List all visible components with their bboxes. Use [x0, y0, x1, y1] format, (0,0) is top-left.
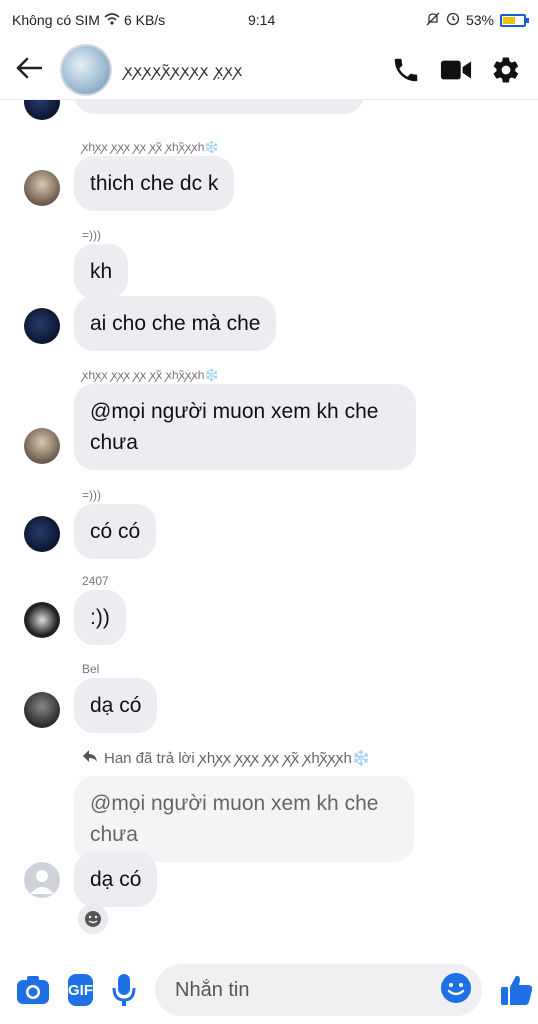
- reaction-smiley-icon[interactable]: [78, 904, 108, 934]
- gif-button[interactable]: GIF: [68, 974, 93, 1006]
- message-bubble[interactable]: :)): [74, 590, 126, 645]
- camera-icon[interactable]: [16, 972, 50, 1008]
- message-input[interactable]: [175, 978, 440, 1002]
- avatar[interactable]: [24, 602, 60, 638]
- message-bubble[interactable]: thich che dc k: [74, 156, 235, 211]
- avatar[interactable]: [24, 100, 60, 120]
- phone-icon[interactable]: [390, 54, 422, 86]
- carrier-text: Không có SIM: [12, 12, 100, 28]
- conversation-title[interactable]: ꭗꭗꭗꭗꭗ̃ꭗꭗꭗꭗ ꭗ̣ꭗꭗ: [124, 59, 390, 81]
- sender-name: 2407: [82, 574, 109, 588]
- avatar[interactable]: [24, 692, 60, 728]
- battery-icon: [500, 13, 529, 27]
- emoji-icon[interactable]: [440, 972, 472, 1009]
- reply-label: Han đã trả lời ꭗhꭗꭗ ꭗꭗꭗ ꭗꭗ ꭗꭗ̃ ꭗhꭗ̃ꭗꭗh❄️: [104, 750, 371, 767]
- silent-icon: [426, 12, 440, 29]
- sender-name: Bel: [82, 662, 100, 676]
- sender-name: =))): [82, 488, 101, 502]
- group-avatar[interactable]: [60, 43, 112, 96]
- avatar[interactable]: [24, 516, 60, 552]
- back-arrow-icon[interactable]: [16, 53, 56, 87]
- gear-icon[interactable]: [490, 54, 522, 86]
- message-bubble[interactable]: kh: [74, 244, 129, 299]
- composer-bar: GIF: [0, 956, 538, 1024]
- battery-percent: 53%: [465, 12, 494, 28]
- quoted-message[interactable]: @mọi người muon xem kh che chưa: [74, 776, 414, 862]
- microphone-icon[interactable]: [111, 972, 137, 1008]
- avatar[interactable]: [24, 170, 60, 206]
- message-bubble[interactable]: ai cho che mà che: [74, 296, 277, 351]
- conversation-header: ꭗꭗꭗꭗꭗ̃ꭗꭗꭗꭗ ꭗ̣ꭗꭗ: [0, 40, 538, 100]
- wifi-icon: [104, 12, 120, 28]
- avatar[interactable]: [24, 428, 60, 464]
- message-bubble[interactable]: dạ có: [74, 678, 158, 733]
- message-bubble[interactable]: @mọi người muon xem kh che chưa: [74, 384, 416, 470]
- sender-name: =))): [82, 228, 101, 242]
- message-bubble[interactable]: có có: [74, 504, 157, 559]
- avatar[interactable]: [24, 308, 60, 344]
- alarm-icon: [446, 12, 460, 29]
- sender-name: ꭗhꭗꭗ ꭗꭗꭗ ꭗꭗ ꭗꭗ̃ ꭗhꭗ̃ꭗꭗh❄️: [82, 140, 220, 154]
- message-bubble[interactable]: dạ có: [74, 852, 158, 907]
- clock: 9:14: [248, 12, 276, 28]
- thumbs-up-icon[interactable]: [500, 972, 534, 1008]
- status-bar: Không có SIM 6 KB/s 9:14 53%: [0, 0, 538, 40]
- avatar[interactable]: [24, 862, 60, 898]
- message-input-wrapper: [155, 964, 482, 1016]
- message-bubble-partial[interactable]: [74, 100, 364, 114]
- message-list[interactable]: ꭗhꭗꭗ ꭗꭗꭗ ꭗꭗ ꭗꭗ̃ ꭗhꭗ̃ꭗꭗh❄️ thich che dc k…: [0, 100, 538, 956]
- video-camera-icon[interactable]: [440, 54, 472, 86]
- reply-indicator: Han đã trả lời ꭗhꭗꭗ ꭗꭗꭗ ꭗꭗ ꭗꭗ̃ ꭗhꭗ̃ꭗꭗh❄️: [82, 748, 371, 768]
- sender-name: ꭗhꭗꭗ ꭗꭗꭗ ꭗꭗ ꭗꭗ̃ ꭗhꭗ̃ꭗꭗh❄️: [82, 368, 220, 382]
- network-speed: 6 KB/s: [123, 12, 166, 28]
- reply-arrow-icon: [82, 749, 98, 767]
